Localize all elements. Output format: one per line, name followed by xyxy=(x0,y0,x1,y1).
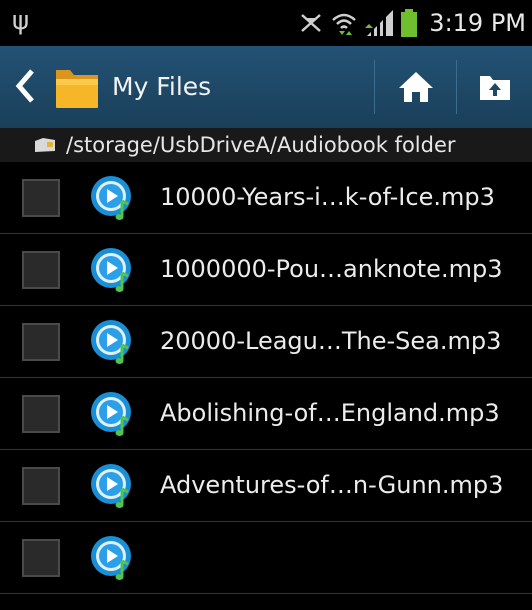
item-checkbox[interactable] xyxy=(22,251,60,289)
item-checkbox[interactable] xyxy=(22,539,60,577)
audio-file-icon xyxy=(91,176,131,220)
chevron-left-icon xyxy=(15,69,34,103)
item-checkbox[interactable] xyxy=(22,179,60,217)
status-bar: ψ 3:19 PM xyxy=(0,0,532,46)
file-name: Abolishing-of…England.mp3 xyxy=(160,399,500,427)
file-name: Adventures-of…n-Gunn.mp3 xyxy=(160,471,504,499)
status-icons: 3:19 PM xyxy=(299,0,526,46)
signal-icon xyxy=(365,10,394,36)
file-list: 10000-Years-i…k-of-Ice.mp3 1000000-Pou…a… xyxy=(0,162,532,610)
usb-icon: ψ xyxy=(12,6,30,36)
list-item[interactable]: Abolishing-of…England.mp3 xyxy=(0,378,532,450)
action-bar: My Files xyxy=(0,46,532,129)
list-item[interactable] xyxy=(0,522,532,594)
battery-icon xyxy=(401,9,418,37)
folder-icon xyxy=(56,70,98,108)
wifi-icon xyxy=(332,13,357,35)
audio-file-icon xyxy=(91,248,131,292)
back-button[interactable] xyxy=(0,46,110,128)
file-name: 20000-Leagu…The-Sea.mp3 xyxy=(160,327,502,355)
audio-file-icon xyxy=(91,464,131,508)
clock: 3:19 PM xyxy=(429,9,526,37)
file-name: 10000-Years-i…k-of-Ice.mp3 xyxy=(160,183,495,211)
item-checkbox[interactable] xyxy=(22,323,60,361)
audio-file-icon xyxy=(91,392,131,436)
list-item[interactable]: Adventures-of…n-Gunn.mp3 xyxy=(0,450,532,522)
folder-up-icon xyxy=(479,76,510,100)
item-checkbox[interactable] xyxy=(22,395,60,433)
home-icon xyxy=(399,72,433,102)
drive-icon xyxy=(35,138,55,152)
list-item[interactable]: 10000-Years-i…k-of-Ice.mp3 xyxy=(0,162,532,234)
page-title: My Files xyxy=(112,72,212,101)
list-item[interactable]: 1000000-Pou…anknote.mp3 xyxy=(0,234,532,306)
audio-file-icon xyxy=(91,536,131,580)
audio-file-icon xyxy=(91,320,131,364)
item-checkbox[interactable] xyxy=(22,467,60,505)
list-item[interactable]: 20000-Leagu…The-Sea.mp3 xyxy=(0,306,532,378)
mute-icon xyxy=(301,14,322,32)
file-name: 1000000-Pou…anknote.mp3 xyxy=(160,255,503,283)
divider xyxy=(374,60,375,114)
path-bar: /storage/UsbDriveA/Audiobook folder xyxy=(0,128,532,162)
home-button[interactable] xyxy=(376,46,456,128)
current-path: /storage/UsbDriveA/Audiobook folder xyxy=(66,133,456,157)
folder-up-button[interactable] xyxy=(457,46,532,128)
